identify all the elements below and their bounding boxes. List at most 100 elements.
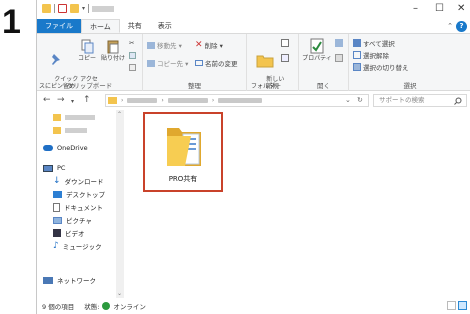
- cut-icon[interactable]: ✂: [129, 39, 134, 47]
- view-toggle: [447, 301, 467, 310]
- address-bar[interactable]: › › ›: [105, 94, 369, 107]
- edit-icon[interactable]: [335, 54, 343, 62]
- up-button[interactable]: ↑: [83, 95, 91, 105]
- open-icon[interactable]: [335, 39, 343, 47]
- folder-icon: [53, 114, 61, 121]
- delete-button[interactable]: ✕ 削除 ▾: [195, 40, 223, 50]
- properties-button[interactable]: プロパティ: [301, 38, 333, 62]
- title-bar: ▾ – ☐ ✕: [37, 0, 470, 19]
- nav-item-music[interactable]: ♪ ミュージック: [53, 241, 102, 252]
- nav-scrollbar[interactable]: ⌃ ⌄: [116, 110, 124, 298]
- search-input[interactable]: サポートの検索: [373, 94, 467, 107]
- tab-file[interactable]: ファイル: [37, 19, 81, 33]
- folder-icon: [53, 127, 61, 134]
- forward-button[interactable]: →: [57, 95, 65, 105]
- invert-selection-label: 選択の切り替え: [363, 64, 409, 72]
- path-segment-redacted[interactable]: [167, 98, 208, 103]
- new-folder-icon[interactable]: [70, 4, 79, 13]
- path-segment-redacted[interactable]: [218, 98, 263, 103]
- nav-label-redacted: [65, 128, 87, 133]
- nav-label: PC: [57, 164, 66, 172]
- divider: [88, 4, 90, 13]
- tab-home[interactable]: ホーム: [81, 19, 120, 33]
- rename-button[interactable]: 名前の変更: [195, 58, 238, 68]
- new-item-icon[interactable]: [281, 39, 289, 47]
- paste-button[interactable]: 貼り付け: [100, 38, 126, 62]
- rename-label: 名前の変更: [205, 60, 238, 68]
- online-icon: [102, 302, 111, 310]
- nav-item-documents[interactable]: ドキュメント: [53, 202, 103, 212]
- invert-selection-icon: [353, 63, 361, 71]
- refresh-button[interactable]: ↻: [357, 94, 363, 107]
- scroll-up-icon[interactable]: ⌃: [117, 111, 122, 118]
- delete-icon: ✕: [195, 40, 203, 50]
- select-all-button[interactable]: すべて選択: [353, 38, 395, 48]
- window-title-redacted: [92, 5, 115, 12]
- ribbon-tabs: ファイル ホーム 共有 表示 ⌃ ?: [37, 19, 470, 34]
- cloud-icon: [43, 145, 53, 151]
- easy-access-icon[interactable]: [281, 54, 289, 62]
- back-button[interactable]: ←: [43, 95, 51, 105]
- properties-icon[interactable]: [58, 4, 67, 13]
- large-icons-view-icon[interactable]: [458, 301, 467, 310]
- search-icon: [454, 97, 462, 105]
- clipboard-group: クイック アクセ スにピン留め コピー 貼り付け ✂ クリップボード: [37, 34, 143, 91]
- copy-icon: [81, 39, 94, 54]
- nav-item-pc[interactable]: PC: [43, 164, 65, 172]
- select-none-icon: [353, 51, 361, 59]
- organize-group-label: 整理: [188, 82, 201, 90]
- select-none-button[interactable]: 選択解除: [353, 50, 389, 60]
- nav-item-network[interactable]: ネットワーク: [43, 275, 96, 285]
- nav-item-redacted[interactable]: [53, 127, 87, 134]
- maximize-button[interactable]: ☐: [435, 3, 444, 15]
- close-button[interactable]: ✕: [457, 3, 465, 15]
- nav-item-downloads[interactable]: ↓ ダウンロード: [53, 176, 104, 187]
- chevron-up-icon[interactable]: ⌃: [447, 22, 453, 30]
- tab-view[interactable]: 表示: [150, 19, 180, 33]
- folder-icon: [42, 4, 51, 13]
- chevron-right-icon: ›: [161, 97, 164, 104]
- computer-icon: [43, 164, 53, 172]
- clipboard-group-label: クリップボード: [66, 82, 113, 90]
- music-icon: ♪: [53, 241, 59, 251]
- minimize-button[interactable]: –: [413, 3, 418, 15]
- organize-group: 移動先 ▾ ✕ 削除 ▾ コピー先 ▾ 名前の変更 整理: [143, 34, 247, 91]
- nav-item-videos[interactable]: ビデオ: [53, 228, 85, 238]
- move-to-button[interactable]: 移動先 ▾: [147, 40, 182, 50]
- file-list: PRO共有: [125, 110, 470, 298]
- copy-to-button[interactable]: コピー先 ▾: [147, 58, 188, 68]
- paste-shortcut-icon[interactable]: [129, 64, 136, 71]
- copy-path-icon[interactable]: [129, 52, 136, 59]
- nav-item-desktop[interactable]: デスクトップ: [53, 189, 105, 199]
- new-folder-icon: [256, 55, 274, 68]
- nav-label: ビデオ: [65, 230, 85, 238]
- move-label: 移動先 ▾: [157, 42, 182, 50]
- new-group-label: 新規: [266, 82, 279, 90]
- path-segment-redacted[interactable]: [127, 98, 158, 103]
- step-number: 1: [2, 3, 21, 41]
- quick-access-toolbar: ▾: [42, 4, 115, 13]
- nav-item-pictures[interactable]: ピクチャ: [53, 215, 92, 225]
- chevron-down-icon[interactable]: ▾: [82, 5, 85, 12]
- status-label: 状態:: [84, 303, 100, 311]
- copy-label: コピー: [77, 55, 96, 62]
- address-dropdown-button[interactable]: ⌄: [345, 94, 351, 107]
- scroll-down-icon[interactable]: ⌄: [117, 290, 122, 297]
- details-view-icon[interactable]: [447, 301, 456, 310]
- download-icon: ↓: [53, 176, 61, 186]
- ribbon: クイック アクセ スにピン留め コピー 貼り付け ✂ クリップボード 移動先 ▾…: [37, 34, 470, 91]
- properties-label: プロパティ: [302, 55, 332, 62]
- nav-label: ダウンロード: [64, 178, 104, 186]
- open-group: プロパティ 開く: [299, 34, 349, 91]
- folder-icon: [167, 128, 201, 166]
- recent-locations-button[interactable]: ▾: [71, 97, 74, 107]
- folder-item[interactable]: PRO共有: [143, 112, 223, 192]
- invert-selection-button[interactable]: 選択の切り替え: [353, 62, 409, 72]
- nav-item-redacted[interactable]: [53, 114, 95, 121]
- tab-share[interactable]: 共有: [120, 19, 150, 33]
- nav-item-onedrive[interactable]: OneDrive: [43, 144, 88, 152]
- copy-button[interactable]: コピー: [76, 38, 98, 62]
- chevron-right-icon: ›: [121, 97, 124, 104]
- nav-label: ミュージック: [62, 243, 102, 251]
- help-icon[interactable]: ?: [456, 21, 467, 32]
